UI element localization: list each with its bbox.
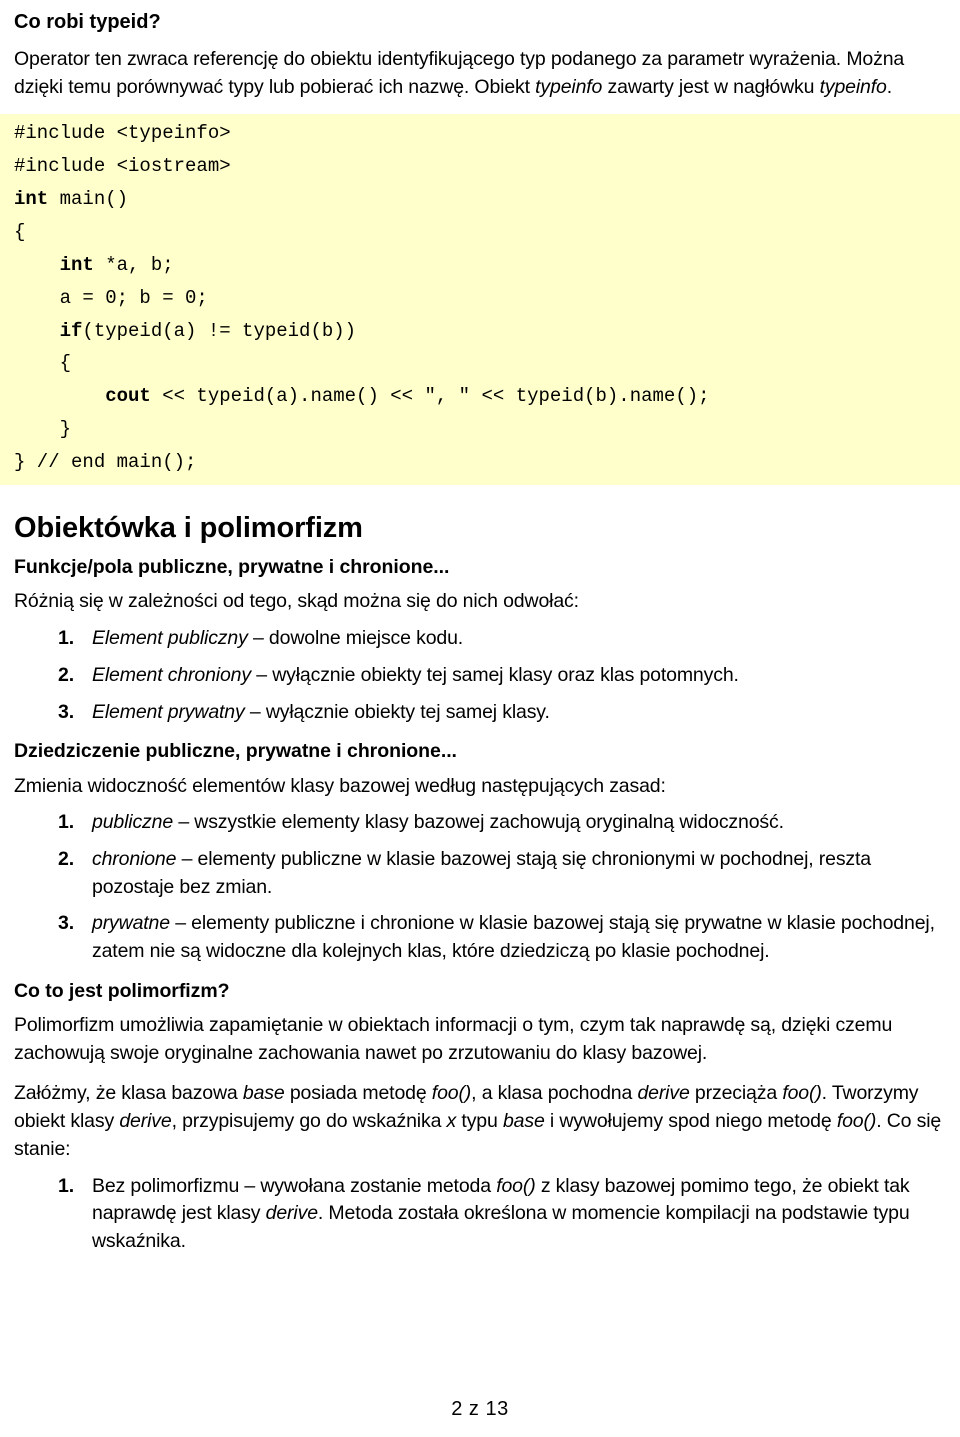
plain-text: posiada metodę [284, 1082, 432, 1105]
code-text: #include <iostream> [14, 155, 231, 178]
polymorphism-paragraph-2: Załóżmy, że klasa bazowa base posiada me… [14, 1080, 946, 1163]
emphasis-text: foo() [836, 1110, 877, 1133]
emphasis-text: derive [119, 1110, 172, 1133]
code-text: #include <typeinfo> [14, 122, 231, 145]
subheading-polymorphism: Co to jest polimorfizm? [14, 979, 230, 1002]
code-text: (typeid(a) != typeid(b)) [82, 319, 357, 342]
access-list-item: Element chroniony – wyłącznie obiekty te… [14, 662, 946, 690]
list-item-term: publiczne [92, 811, 174, 834]
emphasis-text: foo() [431, 1082, 472, 1105]
code-text: *a, b; [93, 253, 174, 276]
list-item-term: Element publiczny [92, 627, 248, 650]
code-line: int main() [0, 183, 960, 216]
code-line: } // end main(); [0, 446, 960, 479]
list-item-text: – elementy publiczne i chronione w klasi… [92, 912, 935, 963]
code-text: { [14, 220, 26, 243]
list-item-term: Element chroniony [92, 663, 251, 686]
list-item-text: – wyłącznie obiekty tej samej klasy. [244, 700, 550, 723]
intro-paragraph: Operator ten zwraca referencję do obiekt… [14, 46, 946, 101]
code-text: main() [48, 188, 129, 211]
access-list-wrapper: Element publiczny – dowolne miejsce kodu… [14, 625, 946, 726]
code-text: { [14, 352, 72, 375]
code-line: a = 0; b = 0; [0, 282, 960, 315]
intro-italic-typeinfo-2: typeinfo [819, 75, 887, 98]
plain-text: i wywołujemy spod niego metodę [544, 1110, 837, 1133]
plain-text: Bez polimorfizmu – wywołana zostanie met… [92, 1174, 497, 1197]
polymorphism-list: Bez polimorfizmu – wywołana zostanie met… [14, 1173, 946, 1256]
intro-text-part3: . [886, 75, 892, 98]
plain-text: typu [456, 1110, 503, 1133]
page-footer: 2 z 13 [0, 1398, 960, 1421]
emphasis-text: x [446, 1110, 457, 1133]
intro-italic-typeinfo-1: typeinfo [535, 75, 603, 98]
intro-text-part2: zawarty jest w nagłówku [602, 75, 820, 98]
plain-text: Załóżmy, że klasa bazowa [14, 1082, 243, 1105]
list-item-term: prywatne [92, 912, 170, 935]
emphasis-text: derive [265, 1202, 318, 1225]
access-intro-text: Różnią się w zależności od tego, skąd mo… [14, 590, 579, 613]
inheritance-list-item: publiczne – wszystkie elementy klasy baz… [14, 809, 946, 837]
inheritance-list-item: prywatne – elementy publiczne i chronion… [14, 910, 946, 965]
code-keyword: if [59, 319, 83, 342]
code-text: } // end main(); [14, 450, 197, 473]
plain-text: , przypisujemy go do wskaźnika [171, 1110, 447, 1133]
list-item-text: – wyłącznie obiekty tej samej klasy oraz… [250, 663, 739, 686]
emphasis-text: base [502, 1110, 545, 1133]
emphasis-text: base [242, 1082, 285, 1105]
emphasis-text: foo() [496, 1174, 536, 1197]
code-line: cout << typeid(a).name() << ", " << type… [0, 380, 960, 413]
subheading-inheritance: Dziedziczenie publiczne, prywatne i chro… [14, 740, 457, 763]
list-item-text: – elementy publiczne w klasie bazowej st… [92, 847, 871, 898]
code-line: if(typeid(a) != typeid(b)) [0, 315, 960, 348]
code-line: { [0, 347, 960, 380]
inheritance-list-wrapper: publiczne – wszystkie elementy klasy baz… [14, 809, 946, 965]
code-keyword: int [59, 253, 94, 276]
list-item-term: chronione [92, 847, 177, 870]
page-number-indicator: 2 z 13 [451, 1398, 509, 1420]
polymorphism-list-wrapper: Bez polimorfizmu – wywołana zostanie met… [14, 1173, 946, 1256]
page-content: Co robi typeid? Operator ten zwraca refe… [0, 10, 960, 1256]
code-keyword: cout [105, 385, 151, 408]
plain-text: przeciąża [689, 1082, 783, 1105]
code-line: { [0, 216, 960, 249]
plain-text: , a klasa pochodna [471, 1082, 638, 1105]
code-line: } [0, 413, 960, 446]
access-list-item: Element prywatny – wyłącznie obiekty tej… [14, 699, 946, 727]
access-list-item: Element publiczny – dowolne miejsce kodu… [14, 625, 946, 653]
access-modifiers-list: Element publiczny – dowolne miejsce kodu… [14, 625, 946, 726]
emphasis-text: derive [637, 1082, 690, 1105]
inheritance-intro-text: Zmienia widoczność elementów klasy bazow… [14, 774, 666, 797]
list-item-text: – dowolne miejsce kodu. [247, 627, 464, 650]
code-text: << typeid(a).name() << ", " << typeid(b)… [150, 385, 710, 408]
polymorphism-list-item: Bez polimorfizmu – wywołana zostanie met… [14, 1173, 946, 1256]
section-heading-oop: Obiektówka i polimorfizm [14, 511, 363, 544]
list-item-text: – wszystkie elementy klasy bazowej zacho… [173, 811, 784, 834]
inheritance-list: publiczne – wszystkie elementy klasy baz… [14, 809, 946, 965]
code-text: a = 0; b = 0; [14, 286, 208, 309]
code-block-typeid: #include <typeinfo> #include <iostream> in… [0, 114, 960, 485]
list-item-term: Element prywatny [92, 700, 245, 723]
polymorphism-paragraph-1: Polimorfizm umożliwia zapamiętanie w obi… [14, 1014, 893, 1064]
inheritance-list-item: chronione – elementy publiczne w klasie … [14, 846, 946, 901]
subheading-access-modifiers: Funkcje/pola publiczne, prywatne i chron… [14, 556, 450, 579]
code-keyword: int [14, 188, 49, 211]
code-text: } [14, 418, 72, 441]
page-title: Co robi typeid? [14, 11, 161, 33]
document-page: Co robi typeid? Operator ten zwraca refe… [0, 10, 960, 1437]
emphasis-text: foo() [782, 1082, 822, 1105]
code-line: int *a, b; [0, 249, 960, 282]
code-line: #include <iostream> [0, 150, 960, 183]
code-line: #include <typeinfo> [0, 117, 960, 150]
